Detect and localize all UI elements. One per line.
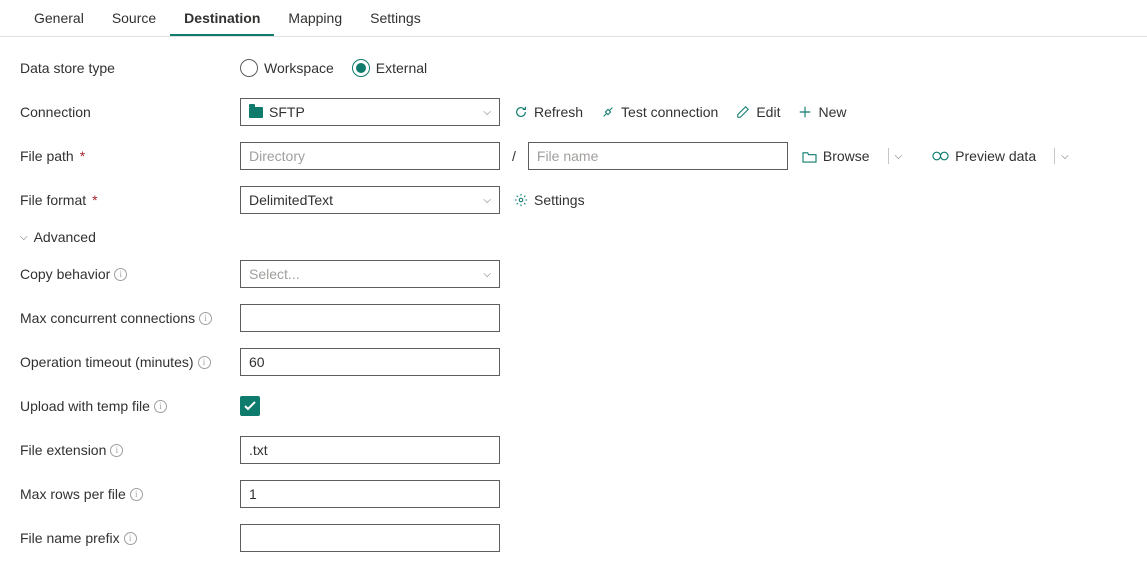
preview-dropdown[interactable]: ⌵: [1054, 148, 1075, 164]
browse-folder-icon: [802, 150, 817, 163]
info-icon[interactable]: [154, 400, 167, 413]
chevron-down-icon: ⌵: [483, 107, 491, 118]
info-icon[interactable]: [124, 532, 137, 545]
label-copy-behavior: Copy behavior: [20, 266, 240, 282]
new-button[interactable]: New: [794, 102, 850, 122]
copy-behavior-select[interactable]: Select... ⌵: [240, 260, 500, 288]
refresh-icon: [514, 105, 528, 119]
radio-workspace[interactable]: Workspace: [240, 59, 334, 77]
refresh-button[interactable]: Refresh: [510, 102, 587, 122]
info-icon[interactable]: [110, 444, 123, 457]
filename-input-wrapper: [528, 142, 788, 170]
browse-button[interactable]: Browse: [798, 146, 874, 166]
chevron-down-icon: ⌵: [483, 269, 491, 280]
label-file-name-prefix: File name prefix: [20, 530, 240, 546]
settings-button[interactable]: Settings: [510, 190, 589, 210]
file-format-select[interactable]: DelimitedText ⌵: [240, 186, 500, 214]
label-upload-temp-file: Upload with temp file: [20, 398, 240, 414]
tab-destination[interactable]: Destination: [170, 0, 274, 36]
test-connection-button[interactable]: Test connection: [597, 102, 722, 122]
label-file-path: File path*: [20, 148, 240, 164]
directory-input[interactable]: [249, 143, 491, 169]
info-icon[interactable]: [199, 312, 212, 325]
data-store-type-radio-group: Workspace External: [240, 59, 427, 77]
info-icon[interactable]: [114, 268, 127, 281]
pencil-icon: [736, 105, 750, 119]
upload-temp-file-checkbox[interactable]: [240, 396, 260, 416]
plus-icon: [798, 105, 812, 119]
max-concurrent-input[interactable]: [249, 305, 491, 331]
file-name-prefix-input[interactable]: [249, 525, 491, 551]
advanced-toggle[interactable]: ⌵ Advanced: [20, 229, 1127, 245]
test-connection-icon: [601, 105, 615, 119]
chevron-down-icon: ⌵: [483, 195, 491, 206]
edit-button[interactable]: Edit: [732, 102, 784, 122]
preview-data-button[interactable]: Preview data: [928, 146, 1040, 166]
tab-mapping[interactable]: Mapping: [274, 0, 356, 36]
settings-gear-icon: [514, 193, 528, 207]
label-max-rows: Max rows per file: [20, 486, 240, 502]
preview-icon: [932, 150, 949, 162]
tab-bar: General Source Destination Mapping Setti…: [0, 0, 1147, 37]
label-operation-timeout: Operation timeout (minutes): [20, 354, 240, 370]
operation-timeout-input[interactable]: [249, 349, 491, 375]
browse-dropdown[interactable]: ⌵: [888, 148, 909, 164]
file-extension-input[interactable]: [249, 437, 491, 463]
filename-input[interactable]: [537, 143, 779, 169]
tab-general[interactable]: General: [20, 0, 98, 36]
label-data-store-type: Data store type: [20, 60, 240, 76]
path-slash: /: [512, 148, 516, 164]
tab-source[interactable]: Source: [98, 0, 170, 36]
label-file-extension: File extension: [20, 442, 240, 458]
chevron-down-icon: ⌵: [20, 232, 28, 243]
folder-icon: [249, 107, 263, 118]
label-file-format: File format*: [20, 192, 240, 208]
label-max-concurrent: Max concurrent connections: [20, 310, 240, 326]
radio-external[interactable]: External: [352, 59, 427, 77]
info-icon[interactable]: [198, 356, 211, 369]
directory-input-wrapper: [240, 142, 500, 170]
connection-select[interactable]: SFTP ⌵: [240, 98, 500, 126]
tab-settings[interactable]: Settings: [356, 0, 435, 36]
info-icon[interactable]: [130, 488, 143, 501]
max-rows-input[interactable]: [249, 481, 491, 507]
label-connection: Connection: [20, 104, 240, 120]
